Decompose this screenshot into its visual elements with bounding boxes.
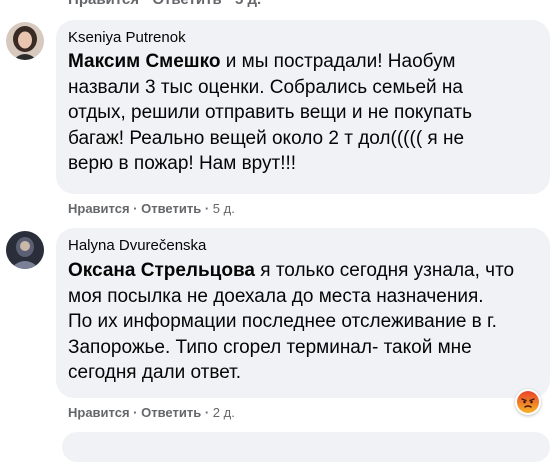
comment-actions: Нравится · Ответить · 5 д. <box>68 201 235 216</box>
comment-text: Оксана Стрельцова я только сегодня узнал… <box>68 258 514 386</box>
comment-text-line: я только сегодня узнала, что <box>254 260 515 281</box>
reply-button[interactable]: Ответить <box>141 201 201 216</box>
comment-author[interactable]: Kseniya Putrenok <box>68 29 186 46</box>
reply-button[interactable]: Ответить <box>141 405 201 420</box>
comment-actions: Нравится · Ответить · 2 д. <box>68 405 235 420</box>
like-button[interactable]: Нравится <box>68 201 130 216</box>
comment-text-line: багаж! Реально вещей около 2 т дол((((( … <box>68 127 465 149</box>
comment-text-line: верю в пожар! Нам врут!!! <box>68 153 297 174</box>
comment-timestamp[interactable]: 5 д. <box>213 201 235 216</box>
comment-text-line: моя посылка не доехала до места назначен… <box>68 285 484 307</box>
comment-text-line: отдых, решили отправить вещи и не покупа… <box>68 102 472 123</box>
comment-timestamp[interactable]: 2 д. <box>213 405 235 420</box>
like-button[interactable]: Нравится <box>68 405 130 420</box>
angry-reaction-icon[interactable] <box>515 389 541 415</box>
comment-text-line: назвали 3 тыс оценки. Собрались семьей н… <box>68 76 463 98</box>
avatar[interactable] <box>6 22 44 60</box>
mention-link[interactable]: Максим Смешко <box>68 51 221 72</box>
comment-text-line: сегодня дали ответ. <box>68 362 242 383</box>
comment-text-line: Запорожье. Типо сгорел терминал- такой м… <box>68 336 472 358</box>
previous-comment-actions: Нравится · Ответить · 5 д. <box>68 0 261 8</box>
comment-author[interactable]: Halyna Dvurečenska <box>68 237 206 254</box>
comment-text-line: и мы пострадали! Наобум <box>220 51 456 72</box>
comment-text: Максим Смешко и мы пострадали! Наобум на… <box>68 49 472 177</box>
comment-text-line: По их информации последнее отслеживание … <box>68 311 497 332</box>
mention-link[interactable]: Оксана Стрельцова <box>68 260 255 281</box>
next-comment-bubble <box>62 432 550 462</box>
avatar[interactable] <box>6 231 44 269</box>
